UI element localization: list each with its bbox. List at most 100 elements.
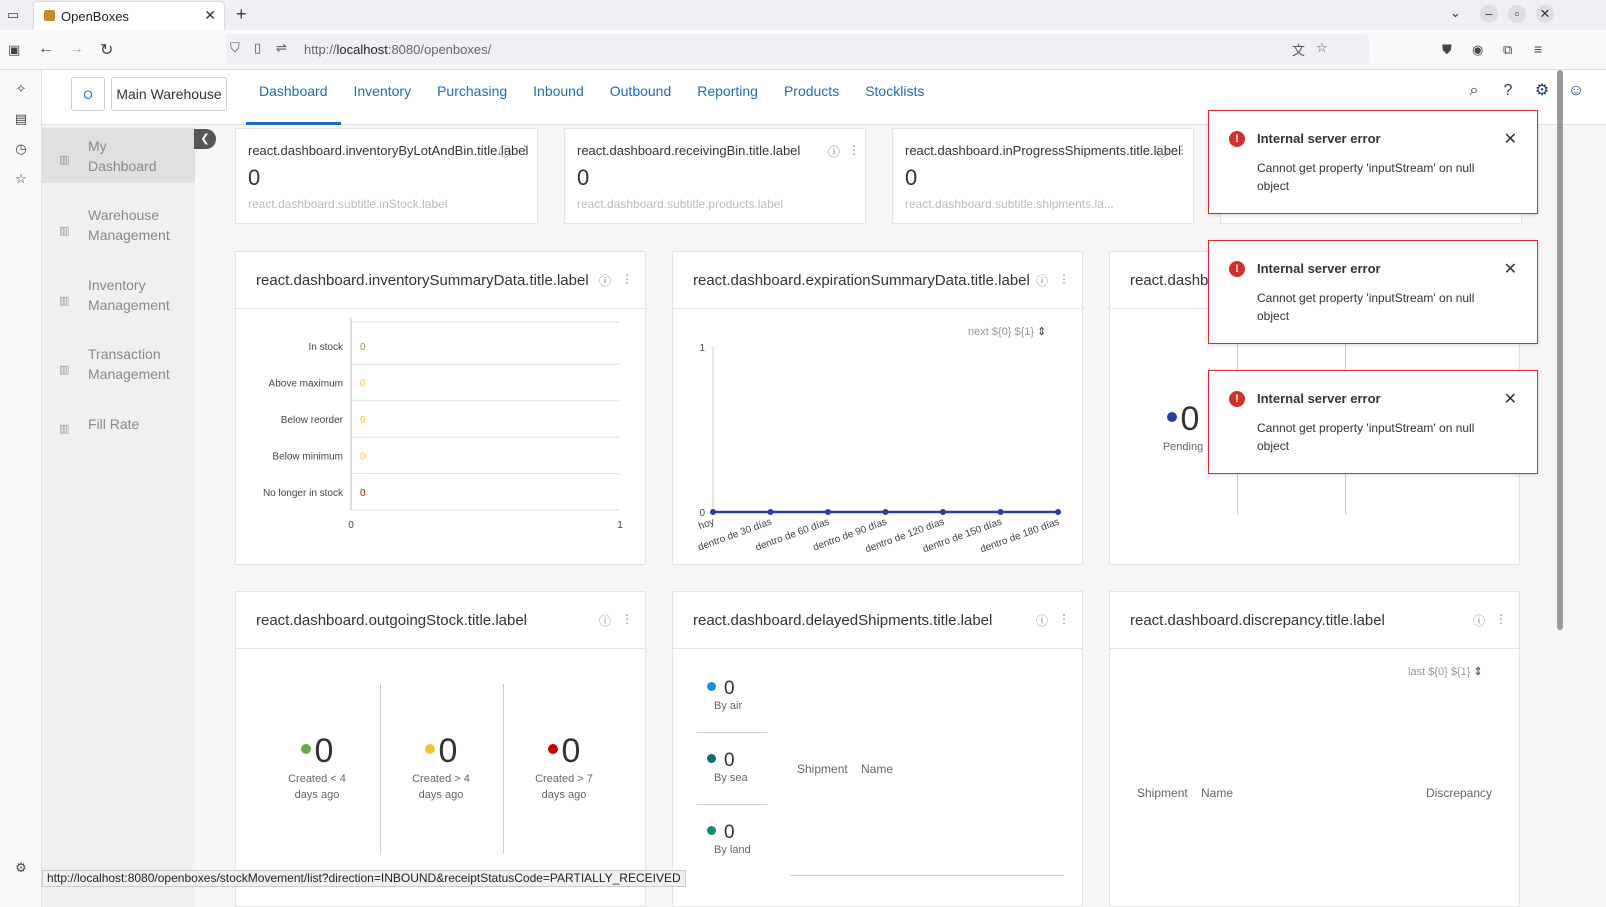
extensions-icon[interactable]: ⧉: [1503, 42, 1512, 58]
expiration-summary-chart: 01hoydentro de 30 díasdentro de 60 díasd…: [697, 343, 1061, 555]
bookmark-star-icon[interactable]: ☆: [1316, 40, 1328, 56]
menu-outbound[interactable]: Outbound: [597, 70, 685, 125]
sidebar-item-my-dashboard[interactable]: ▥ My Dashboard: [42, 128, 195, 183]
sidebar-item-inventory-management[interactable]: ▥ Inventory Management: [42, 275, 195, 319]
more-icon[interactable]: ⋮: [621, 272, 633, 286]
permissions-icon[interactable]: ⇌: [276, 40, 287, 56]
divider: [790, 875, 1064, 876]
menu-reporting[interactable]: Reporting: [684, 70, 771, 125]
url-bar[interactable]: ⛉ ▯ ⇌ http://localhost:8080/openboxes/ 文…: [226, 34, 1369, 64]
column-header-name: Name: [861, 762, 894, 776]
browser-tab[interactable]: OpenBoxes ✕: [34, 2, 224, 30]
restore-icon[interactable]: ▫: [1508, 5, 1526, 23]
y-tick-label: 1: [699, 343, 705, 354]
reload-icon[interactable]: ↻: [100, 40, 113, 60]
close-icon[interactable]: ✕: [1504, 259, 1517, 279]
menu-dashboard[interactable]: Dashboard: [246, 70, 341, 125]
forward-icon[interactable]: →: [68, 40, 84, 58]
category-label: Below minimum: [272, 451, 343, 462]
tab-close-icon[interactable]: ✕: [204, 7, 216, 24]
header-icons: ⌕ ? ⚙ ☺: [1464, 81, 1586, 101]
translate-icon[interactable]: 文: [1292, 40, 1305, 59]
menu-products[interactable]: Products: [771, 70, 852, 125]
menu-stocklists[interactable]: Stocklists: [852, 70, 937, 125]
close-icon[interactable]: ✕: [1504, 129, 1517, 149]
outgoing-stat-yellow[interactable]: 0 Created > 4 days ago: [396, 732, 486, 803]
status-dot: [547, 744, 558, 755]
expiration-summary-card: react.dashboard.expirationSummaryData.ti…: [672, 251, 1083, 565]
card-subtitle: react.dashboard.subtitle.shipments.la...: [905, 197, 1114, 211]
scrollbar[interactable]: [1557, 70, 1563, 630]
minimize-icon[interactable]: –: [1480, 5, 1498, 23]
synced-tabs-icon[interactable]: ▤: [11, 111, 31, 127]
sidebar-item-warehouse-management[interactable]: ▥ Warehouse Management: [42, 205, 195, 249]
user-icon[interactable]: ☺: [1566, 81, 1586, 101]
divider: [697, 804, 767, 805]
more-icon[interactable]: ⋮: [1176, 143, 1188, 157]
card-title: react.dashbo: [1130, 272, 1217, 289]
in-progress-shipments-card[interactable]: react.dashboard.inProgressShipments.titl…: [892, 128, 1194, 224]
status-dot: [707, 682, 716, 692]
page-icon[interactable]: ▯: [254, 40, 261, 56]
bar-chart-icon: ▥: [59, 295, 70, 307]
bookmarks-icon[interactable]: ☆: [11, 171, 31, 187]
more-icon[interactable]: ⋮: [621, 612, 633, 626]
info-icon[interactable]: ⓘ: [1036, 612, 1048, 629]
info-icon[interactable]: ⓘ: [499, 143, 511, 160]
info-icon[interactable]: ⓘ: [599, 612, 611, 629]
more-icon[interactable]: ⋮: [1495, 612, 1507, 626]
more-icon[interactable]: ⋮: [848, 143, 860, 157]
delayed-by-land[interactable]: 0 By land: [707, 822, 751, 856]
shield-icon[interactable]: ⛉: [230, 40, 240, 56]
sidebar-settings-icon[interactable]: ⚙: [11, 860, 31, 876]
delayed-by-air[interactable]: 0 By air: [707, 678, 742, 712]
sidebar-toggle-icon[interactable]: ▣: [8, 42, 20, 58]
sidebar-item-transaction-management[interactable]: ▥ Transaction Management: [42, 344, 195, 388]
more-icon[interactable]: ⋮: [519, 143, 531, 157]
category-label: Above maximum: [269, 379, 343, 390]
account-icon[interactable]: ◉: [1472, 42, 1483, 58]
history-icon[interactable]: ◷: [11, 141, 31, 157]
new-tab-icon[interactable]: +: [236, 4, 247, 25]
search-icon[interactable]: ⌕: [1464, 81, 1484, 101]
card-title: react.dashboard.delayedShipments.title.l…: [693, 612, 993, 629]
close-window-icon[interactable]: ✕: [1536, 5, 1554, 23]
bar-chart-icon: ▥: [59, 225, 70, 237]
location-chooser-button[interactable]: Main Warehouse: [111, 77, 227, 111]
card-title: react.dashboard.expirationSummaryData.ti…: [693, 272, 1030, 289]
sidebar-item-fill-rate[interactable]: ▥ Fill Rate: [42, 414, 195, 436]
ai-icon[interactable]: ✧: [11, 81, 31, 97]
card-title: react.dashboard.discrepancy.title.label: [1130, 612, 1385, 629]
logo[interactable]: O: [71, 77, 105, 111]
gear-icon[interactable]: ⚙: [1532, 81, 1552, 101]
info-icon[interactable]: ⓘ: [1156, 143, 1168, 160]
more-icon[interactable]: ⋮: [1058, 612, 1070, 626]
tab-list-icon[interactable]: ▭: [4, 6, 22, 24]
list-all-tabs-icon[interactable]: ⌄: [1450, 5, 1461, 21]
receiving-bin-card[interactable]: react.dashboard.receivingBin.title.label…: [564, 128, 866, 224]
error-icon: !: [1229, 131, 1245, 147]
delayed-by-sea[interactable]: 0 By sea: [707, 750, 748, 784]
help-icon[interactable]: ?: [1498, 81, 1518, 101]
menu-inbound[interactable]: Inbound: [520, 70, 597, 125]
info-icon[interactable]: ⓘ: [1036, 272, 1048, 289]
more-icon[interactable]: ⋮: [1058, 272, 1070, 286]
inventory-by-lot-card[interactable]: react.dashboard.inventoryByLotAndBin.tit…: [235, 128, 538, 224]
outgoing-stat-green[interactable]: 0 Created < 4 days ago: [272, 732, 362, 803]
close-icon[interactable]: ✕: [1504, 389, 1517, 409]
column-header-name: Name: [1201, 786, 1234, 800]
info-icon[interactable]: ⓘ: [828, 143, 840, 160]
back-icon[interactable]: ←: [38, 40, 54, 58]
collapse-sidebar-button[interactable]: ❮: [194, 129, 216, 149]
timeframe-select[interactable]: last ${0} ${1} ⇕: [1408, 665, 1483, 678]
info-icon[interactable]: ⓘ: [1473, 612, 1485, 629]
menu-icon[interactable]: ≡: [1534, 41, 1542, 57]
menu-purchasing[interactable]: Purchasing: [424, 70, 520, 125]
url-text[interactable]: http://localhost:8080/openboxes/: [304, 42, 491, 57]
category-label: In stock: [309, 342, 344, 353]
column-header-discrepancy: Discrepancy: [1426, 786, 1493, 800]
outgoing-stat-red[interactable]: 0 Created > 7 days ago: [519, 732, 609, 803]
pocket-icon[interactable]: ⛊: [1442, 42, 1452, 58]
menu-inventory[interactable]: Inventory: [341, 70, 425, 125]
info-icon[interactable]: ⓘ: [599, 272, 611, 289]
